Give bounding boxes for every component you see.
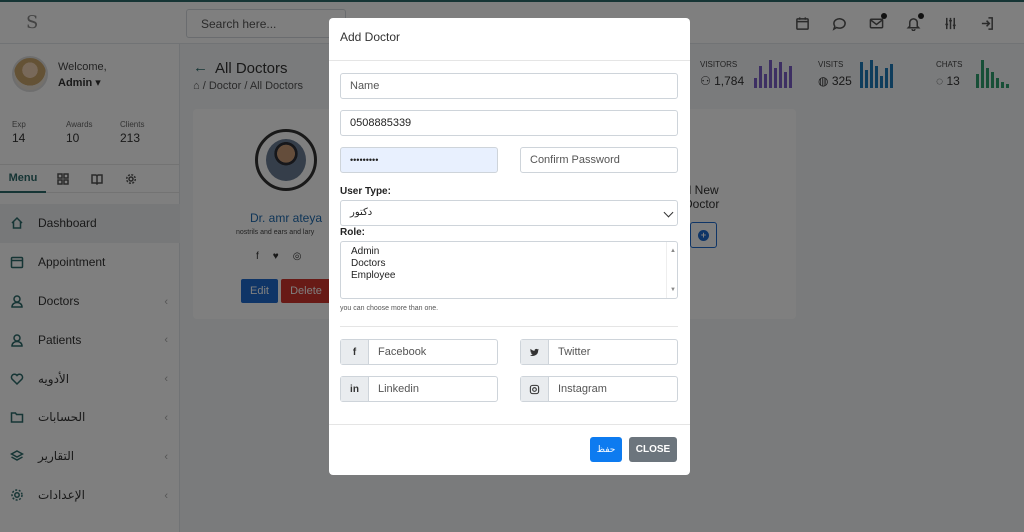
divider [329, 60, 690, 61]
scroll-up-icon[interactable]: ▲ [670, 245, 676, 257]
close-button[interactable]: CLOSE [629, 437, 677, 462]
scroll-down-icon[interactable]: ▼ [670, 284, 676, 296]
scrollbar[interactable]: ▲ ▼ [666, 242, 677, 298]
facebook-icon: f [341, 340, 369, 364]
role-listbox[interactable]: Admin Doctors Employee ▲ ▼ [340, 241, 678, 299]
role-option[interactable]: Doctors [351, 258, 667, 270]
role-label: Role: [340, 227, 365, 238]
role-option[interactable]: Employee [351, 270, 667, 282]
divider [340, 326, 678, 327]
instagram-field[interactable]: Instagram [520, 376, 678, 402]
confirm-password-field[interactable]: Confirm Password [520, 147, 678, 173]
linkedin-field[interactable]: in Linkedin [340, 376, 498, 402]
role-option[interactable]: Admin [351, 246, 667, 258]
name-field[interactable]: Name [340, 73, 678, 99]
linkedin-icon: in [341, 377, 369, 401]
chevron-down-icon [663, 207, 674, 218]
phone-field[interactable]: 0508885339 [340, 110, 678, 136]
modal-title: Add Doctor [340, 30, 401, 44]
password-field[interactable]: ••••••••• [340, 147, 498, 173]
role-hint: you can choose more than one. [340, 305, 439, 312]
divider [329, 424, 690, 425]
instagram-icon [521, 377, 549, 401]
facebook-field[interactable]: f Facebook [340, 339, 498, 365]
twitter-icon [521, 340, 549, 364]
user-type-select[interactable]: دكتور [340, 200, 678, 226]
save-button[interactable]: حفظ [590, 437, 622, 462]
twitter-field[interactable]: Twitter [520, 339, 678, 365]
add-doctor-modal: Add Doctor Name 0508885339 ••••••••• Con… [329, 18, 690, 475]
user-type-label: User Type: [340, 186, 391, 197]
